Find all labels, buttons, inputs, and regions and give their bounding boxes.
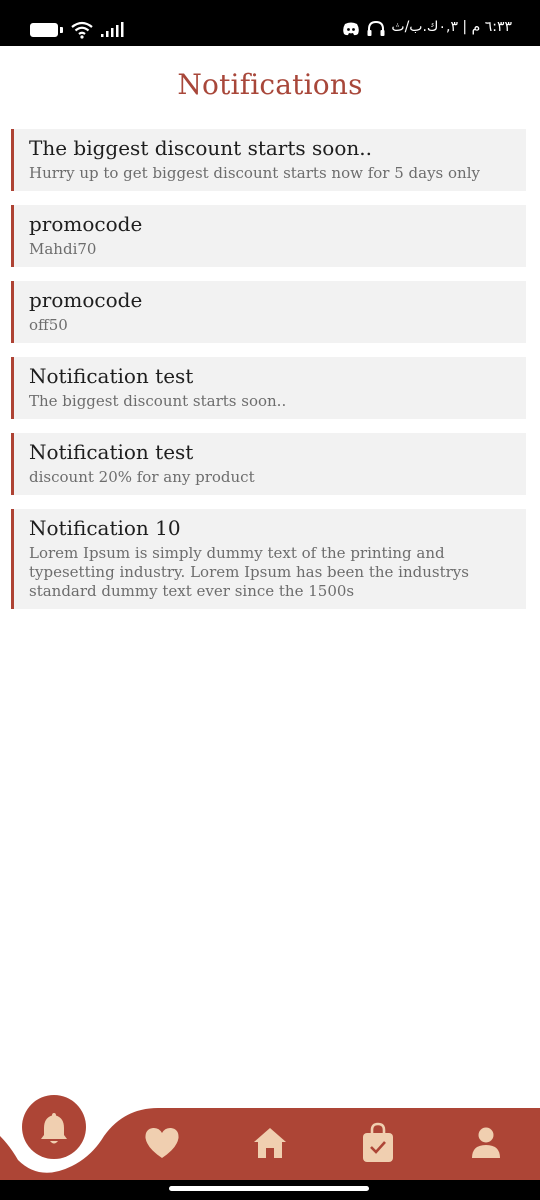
home-gesture-pill[interactable] [169, 1186, 369, 1191]
battery-level-text: 13 [35, 24, 48, 35]
user-icon[interactable] [470, 1126, 502, 1160]
notification-item[interactable]: Notification test discount 20% for any p… [11, 433, 526, 495]
notification-body: Mahdi70 [29, 240, 97, 258]
headset-icon [367, 20, 385, 36]
notification-body: Lorem Ipsum is simply dummy text of the … [29, 544, 469, 600]
gesture-navigation-bar [0, 1180, 540, 1200]
notification-title: Notification 10 [29, 516, 181, 540]
notification-body: off50 [29, 316, 68, 334]
notification-item[interactable]: promocode Mahdi70 [11, 205, 526, 267]
notification-title: promocode [29, 288, 143, 312]
notification-body: discount 20% for any product [29, 468, 255, 486]
notification-item[interactable]: Notification 10 Lorem Ipsum is simply du… [11, 509, 526, 609]
page-title: Notifications [177, 68, 363, 101]
notification-list: The biggest discount starts soon.. Hurry… [11, 129, 526, 623]
notification-item[interactable]: promocode off50 [11, 281, 526, 343]
signal-icon [101, 22, 124, 37]
status-bar: 13 ٦:٣٣ م | ٠,٣ك.ب/ث [0, 0, 540, 46]
notification-item[interactable]: Notification test The biggest discount s… [11, 357, 526, 419]
notification-body: Hurry up to get biggest discount starts … [29, 164, 480, 182]
shopping-bag-icon[interactable] [360, 1122, 396, 1164]
notification-body: The biggest discount starts soon.. [29, 392, 287, 410]
bell-icon [41, 1113, 67, 1144]
status-time-speed: ٦:٣٣ م | ٠,٣ك.ب/ث [391, 19, 512, 35]
nav-notifications-button[interactable] [22, 1095, 86, 1159]
home-icon[interactable] [252, 1126, 288, 1160]
notification-title: Notification test [29, 440, 194, 464]
discord-icon [343, 22, 359, 36]
notification-item[interactable]: The biggest discount starts soon.. Hurry… [11, 129, 526, 191]
battery-icon: 13 [30, 23, 58, 37]
wifi-icon [71, 21, 93, 39]
notification-title: Notification test [29, 364, 194, 388]
notification-title: The biggest discount starts soon.. [29, 136, 372, 160]
heart-icon[interactable] [144, 1126, 180, 1160]
battery-cap [60, 27, 63, 33]
bottom-navigation [0, 1090, 540, 1180]
notification-title: promocode [29, 212, 143, 236]
